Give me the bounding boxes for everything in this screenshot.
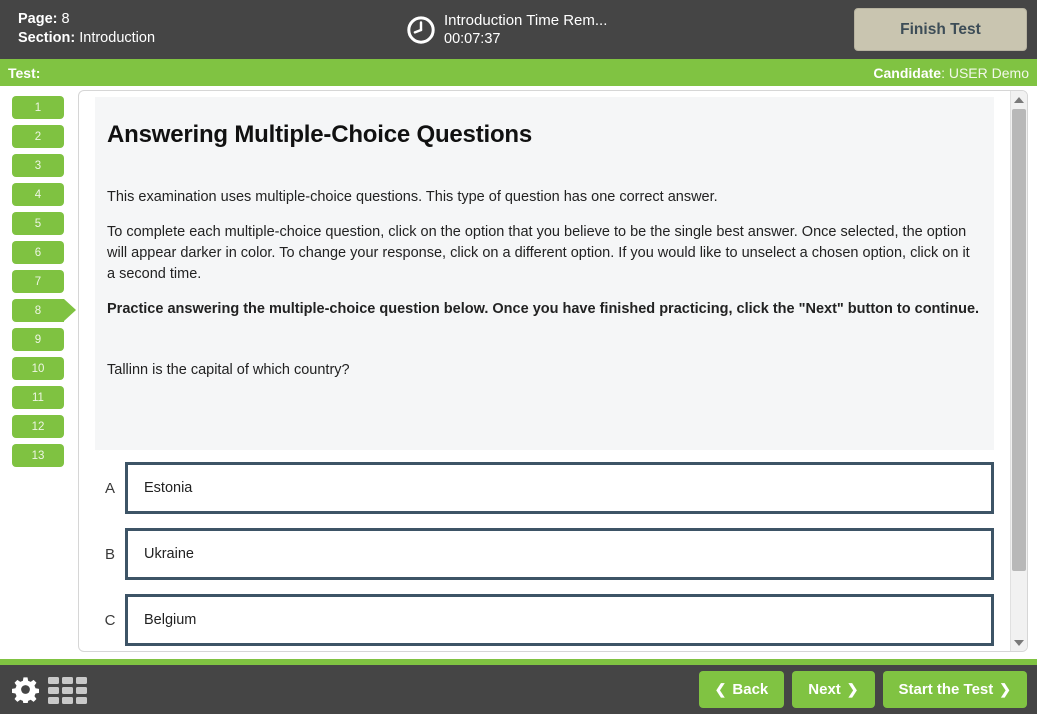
scroll-up-arrow-icon	[1014, 96, 1024, 103]
clock-icon	[407, 16, 435, 44]
grid-cell	[48, 697, 59, 704]
answer-option-c[interactable]: Belgium	[125, 594, 994, 646]
sidebar-page-1[interactable]: 1	[12, 96, 64, 119]
gear-icon[interactable]	[12, 676, 39, 703]
sidebar-page-13[interactable]: 13	[12, 444, 64, 467]
top-header: Page: 8 Section: Introduction Introducti…	[0, 0, 1037, 59]
scroll-down-button[interactable]	[1011, 634, 1027, 651]
test-label: Test:	[8, 64, 41, 81]
timer-text: Introduction Time Rem... 00:07:37	[444, 11, 607, 49]
instructions-panel: Answering Multiple-Choice Questions This…	[95, 97, 994, 450]
card-scroll-area: Answering Multiple-Choice Questions This…	[79, 91, 1010, 651]
sidebar-page-11[interactable]: 11	[12, 386, 64, 409]
chevron-left-icon: ❮	[714, 681, 727, 697]
sidebar-page-7[interactable]: 7	[12, 270, 64, 293]
back-button[interactable]: ❮ Back	[698, 671, 785, 708]
sidebar-page-6[interactable]: 6	[12, 241, 64, 264]
next-button-label: Next	[808, 681, 841, 698]
grid-cell	[48, 677, 59, 684]
question-text: Tallinn is the capital of which country?	[107, 362, 350, 378]
grid-cell	[48, 687, 59, 694]
page-title: Answering Multiple-Choice Questions	[107, 121, 533, 148]
sidebar-page-5[interactable]: 5	[12, 212, 64, 235]
sidebar-page-10[interactable]: 10	[12, 357, 64, 380]
grid-cell	[76, 687, 87, 694]
sidebar-page-12[interactable]: 12	[12, 415, 64, 438]
sidebar-page-3[interactable]: 3	[12, 154, 64, 177]
option-letter-a: A	[104, 479, 115, 497]
chevron-right-icon: ❯	[846, 681, 859, 697]
sidebar-page-8[interactable]: 8	[12, 299, 76, 322]
scrollbar-thumb[interactable]	[1012, 109, 1026, 571]
candidate-separator: :	[941, 64, 949, 81]
finish-test-button[interactable]: Finish Test	[854, 8, 1027, 51]
start-the-test-button[interactable]: Start the Test ❯	[882, 671, 1027, 708]
start-button-label: Start the Test	[898, 681, 994, 698]
grid-cell	[76, 697, 87, 704]
answer-option-c-row: C Belgium	[95, 594, 994, 646]
instruction-paragraph-1: This examination uses multiple-choice qu…	[107, 189, 718, 205]
instruction-paragraph-3: Practice answering the multiple-choice q…	[107, 301, 980, 317]
answer-option-b[interactable]: Ukraine	[125, 528, 994, 580]
sidebar-page-2[interactable]: 2	[12, 125, 64, 148]
section-value: Introduction	[79, 30, 156, 46]
scroll-down-arrow-icon	[1014, 639, 1024, 646]
navigation-buttons: ❮ Back Next ❯ Start the Test ❯	[698, 671, 1027, 708]
section-label: Section:	[18, 30, 76, 46]
question-card: Answering Multiple-Choice Questions This…	[78, 90, 1028, 652]
timer-block: Introduction Time Rem... 00:07:37	[406, 11, 607, 49]
page-section-info: Page: 8 Section: Introduction	[18, 10, 155, 48]
chevron-right-icon: ❯	[999, 681, 1011, 697]
body-area: 1 2 3 4 5 6 7 8 9 10 11 12 13 Answering …	[0, 86, 1037, 659]
option-letter-c: C	[104, 611, 116, 629]
page-navigator-sidebar: 1 2 3 4 5 6 7 8 9 10 11 12 13	[0, 86, 76, 659]
instruction-paragraph-2: To complete each multiple-choice questio…	[107, 224, 970, 282]
footer-toolbar: ❮ Back Next ❯ Start the Test ❯	[0, 665, 1037, 714]
answer-option-a[interactable]: Estonia	[125, 462, 994, 514]
section-info-line: Section: Introduction	[18, 29, 155, 48]
answer-option-a-row: A Estonia	[95, 462, 994, 514]
candidate-label: Candidate	[873, 64, 942, 81]
answer-option-b-row: B Ukraine	[95, 528, 994, 580]
candidate-value: USER Demo	[948, 64, 1029, 81]
grid-cell	[62, 687, 73, 694]
option-letter-b: B	[104, 545, 115, 563]
scroll-up-button[interactable]	[1011, 91, 1027, 108]
exam-application: Page: 8 Section: Introduction Introducti…	[0, 0, 1037, 714]
grid-cell	[62, 697, 73, 704]
test-info-bar: Test: Candidate: USER Demo	[0, 59, 1037, 86]
page-label: Page:	[18, 11, 58, 27]
timer-title: Introduction Time Rem...	[444, 12, 608, 29]
sidebar-page-9[interactable]: 9	[12, 328, 64, 351]
sidebar-page-4[interactable]: 4	[12, 183, 64, 206]
grid-menu-icon[interactable]	[48, 677, 90, 704]
timer-value: 00:07:37	[444, 31, 501, 47]
candidate-info: Candidate: USER Demo	[873, 65, 1029, 81]
back-button-label: Back	[732, 681, 769, 698]
next-button[interactable]: Next ❯	[792, 671, 875, 708]
vertical-scrollbar[interactable]	[1010, 91, 1027, 651]
page-info-line: Page: 8	[18, 10, 155, 29]
answer-options-list: A Estonia B Ukraine C Belgium	[95, 462, 994, 651]
grid-cell	[76, 677, 87, 684]
page-value: 8	[61, 11, 70, 27]
grid-cell	[62, 677, 73, 684]
